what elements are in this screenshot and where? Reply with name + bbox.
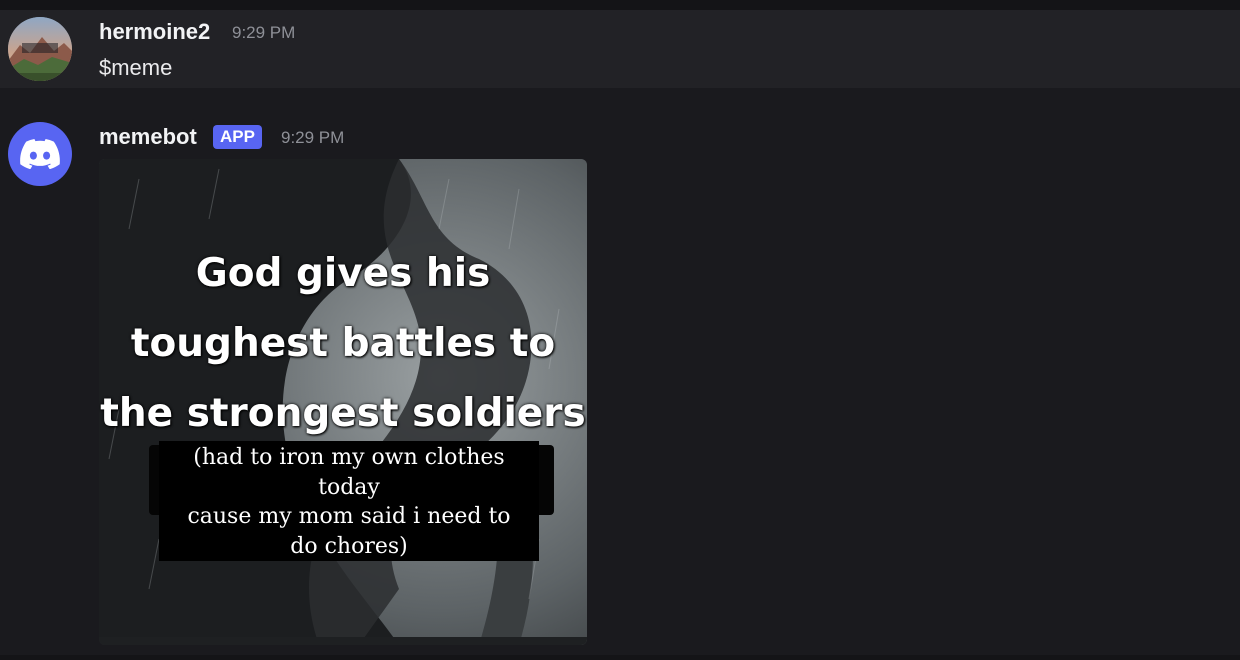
timestamp: 9:29 PM bbox=[281, 128, 345, 147]
overlay-text: (had to iron my own clothes today cause … bbox=[187, 445, 511, 559]
avatar[interactable] bbox=[8, 122, 72, 186]
mountain-landscape-avatar bbox=[8, 17, 72, 81]
timestamp: 9:29 PM bbox=[232, 23, 296, 42]
message-hermoine2[interactable]: hermoine2 9:29 PM $meme bbox=[0, 10, 1240, 88]
top-bar bbox=[0, 0, 1240, 10]
app-badge: APP bbox=[213, 125, 262, 149]
meme-image-attachment[interactable]: God gives his toughest battles to the st… bbox=[99, 159, 587, 645]
message-memebot[interactable]: memebot APP 9:29 PM God gives his toughe… bbox=[0, 88, 1240, 660]
meme-caption: God gives his toughest battles to the st… bbox=[100, 251, 586, 436]
username[interactable]: hermoine2 bbox=[99, 19, 210, 45]
message-content: $meme bbox=[99, 55, 173, 80]
username[interactable]: memebot bbox=[99, 124, 197, 150]
bottom-divider bbox=[0, 655, 1240, 660]
avatar[interactable] bbox=[8, 17, 72, 81]
discord-logo-icon bbox=[20, 139, 60, 169]
